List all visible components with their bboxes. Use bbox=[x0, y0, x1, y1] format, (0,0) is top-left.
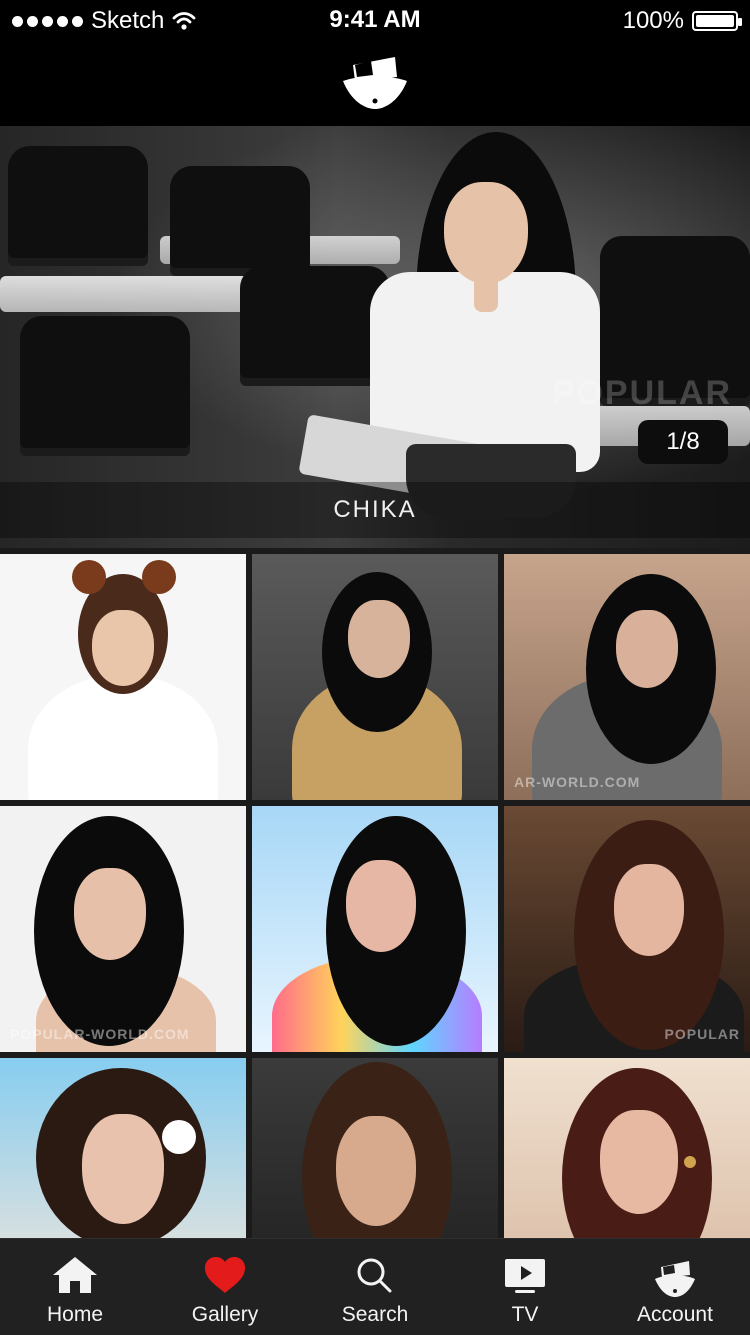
tab-search[interactable]: Search bbox=[300, 1239, 450, 1335]
gallery-tile[interactable] bbox=[252, 806, 498, 1052]
gallery-tile[interactable]: AR-WORLD.COM bbox=[504, 554, 750, 800]
tile-watermark: POPULAR-WORLD.COM bbox=[10, 1026, 190, 1042]
carousel-pager: 1/8 bbox=[638, 420, 728, 464]
app-logo-icon bbox=[343, 57, 407, 109]
tab-label-account: Account bbox=[637, 1303, 713, 1326]
tab-label-search: Search bbox=[341, 1303, 409, 1326]
hero-caption: CHIKA bbox=[333, 496, 417, 523]
app-header bbox=[0, 40, 750, 126]
battery-icon bbox=[692, 11, 742, 31]
tab-bar: Home Gallery Search TV Account bbox=[0, 1238, 750, 1335]
status-bar: Sketch 9:41 AM 100% bbox=[0, 0, 750, 40]
battery-group: 100% bbox=[622, 7, 742, 35]
tv-icon bbox=[499, 1253, 551, 1297]
gallery-grid: AR-WORLD.COM POPULAR-WORLD.COM POPULAR bbox=[0, 554, 750, 1304]
gallery-tile[interactable]: POPULAR-WORLD.COM bbox=[0, 806, 246, 1052]
tab-label-tv: TV bbox=[511, 1303, 539, 1326]
gallery-tile[interactable] bbox=[252, 554, 498, 800]
tile-watermark: POPULAR bbox=[664, 1026, 740, 1042]
hero-carousel[interactable]: POPULAR 1/8 CHIKA bbox=[0, 126, 750, 548]
hero-watermark: POPULAR bbox=[551, 374, 732, 412]
tab-tv[interactable]: TV bbox=[450, 1239, 600, 1335]
tab-gallery[interactable]: Gallery bbox=[150, 1239, 300, 1335]
tile-watermark: AR-WORLD.COM bbox=[514, 774, 641, 790]
gallery-tile[interactable]: POPULAR bbox=[504, 806, 750, 1052]
hero-caption-bar: CHIKA bbox=[0, 482, 750, 538]
account-icon bbox=[649, 1253, 701, 1297]
battery-percent: 100% bbox=[622, 7, 684, 34]
tab-account[interactable]: Account bbox=[600, 1239, 750, 1335]
home-icon bbox=[49, 1253, 101, 1297]
heart-icon bbox=[199, 1253, 251, 1297]
tab-label-home: Home bbox=[46, 1303, 104, 1326]
tab-home[interactable]: Home bbox=[0, 1239, 150, 1335]
gallery-tile[interactable] bbox=[0, 554, 246, 800]
tab-label-gallery: Gallery bbox=[191, 1303, 259, 1326]
search-icon bbox=[349, 1253, 401, 1297]
